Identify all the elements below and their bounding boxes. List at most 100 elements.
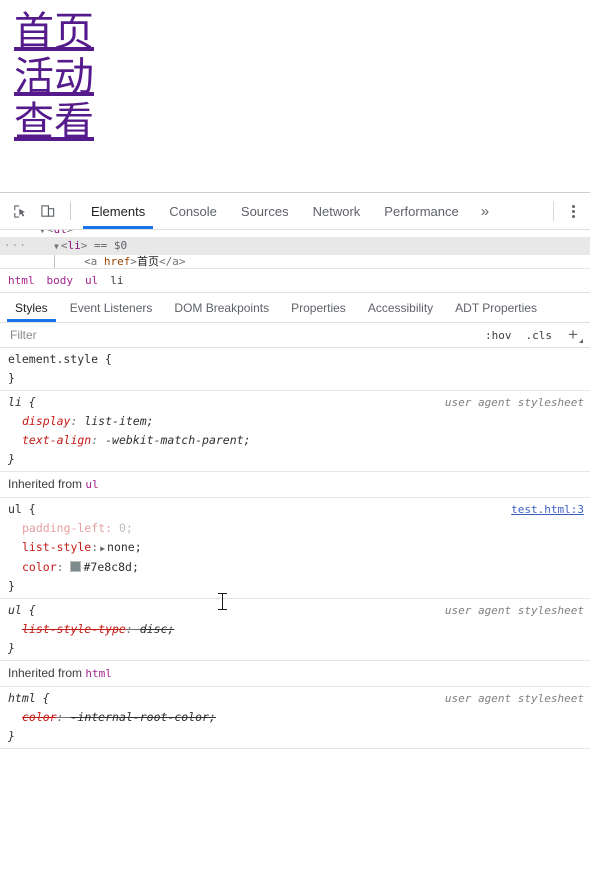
tab-adt-properties[interactable]: ADT Properties [444, 293, 548, 322]
property-name[interactable]: display [22, 414, 70, 428]
declaration-color-root[interactable]: color: -internal-root-color; [0, 708, 590, 727]
dom-row-ul[interactable]: ▼<ul> [0, 230, 590, 237]
declaration-color[interactable]: color: #7e8c8d; [0, 558, 590, 577]
property-value[interactable]: -webkit-match-parent; [105, 433, 250, 447]
inherited-from-html-header: Inherited from html [0, 661, 590, 687]
tab-sources[interactable]: Sources [229, 193, 301, 229]
inherited-label: Inherited from [8, 666, 83, 680]
kebab-menu-icon[interactable] [564, 200, 582, 222]
chevron-right-icon[interactable]: ▶ [98, 544, 107, 553]
property-value[interactable]: disc; [140, 622, 175, 636]
breadcrumb-item-li[interactable]: li [110, 274, 123, 287]
property-value[interactable]: #7e8c8d; [83, 560, 138, 574]
nav-list: 首页 活动 查看 [14, 10, 590, 144]
dom-anchor-text: 首页 [137, 255, 159, 268]
tab-accessibility[interactable]: Accessibility [357, 293, 444, 322]
devtools-toolbar: Elements Console Sources Network Perform… [0, 193, 590, 230]
styles-pane-tab-strip: Styles Event Listeners DOM Breakpoints P… [0, 293, 590, 323]
tab-dom-breakpoints[interactable]: DOM Breakpoints [163, 293, 280, 322]
selector-ul-ua[interactable]: ul { [8, 601, 36, 620]
breadcrumb-item-html[interactable]: html [8, 274, 35, 287]
toolbar-divider [70, 202, 71, 220]
property-name[interactable]: text-align [22, 433, 91, 447]
breadcrumb-item-ul[interactable]: ul [85, 274, 98, 287]
tab-event-listeners[interactable]: Event Listeners [59, 293, 164, 322]
tab-properties[interactable]: Properties [280, 293, 357, 322]
tab-network[interactable]: Network [301, 193, 373, 229]
selector-li[interactable]: li { [8, 393, 36, 412]
toolbar-right-group [549, 200, 590, 222]
list-item: 首页 [14, 10, 590, 55]
rule-origin-user-agent: user agent stylesheet [444, 604, 584, 617]
rule-html-user-agent[interactable]: html { user agent stylesheet color: -int… [0, 687, 590, 749]
property-value[interactable]: -internal-root-color; [70, 710, 215, 724]
property-name[interactable]: list-style [22, 540, 91, 554]
dom-expand-triangle-icon[interactable]: ▼ [40, 230, 45, 235]
color-swatch[interactable] [70, 561, 82, 572]
property-value[interactable]: list-item; [84, 414, 153, 428]
rule-element-style[interactable]: element.style { } [0, 348, 590, 391]
property-name[interactable]: padding-left [22, 521, 105, 535]
toolbar-divider-right [553, 201, 554, 221]
property-name[interactable]: list-style-type [22, 622, 126, 636]
devtools-tab-strip: Elements Console Sources Network Perform… [79, 193, 549, 229]
declaration-padding-left[interactable]: padding-left: 0; [0, 519, 590, 538]
declaration-text-align[interactable]: text-align: -webkit-match-parent; [0, 431, 590, 450]
dom-expand-triangle-icon[interactable]: ▼ [54, 242, 59, 251]
tab-performance[interactable]: Performance [372, 193, 470, 229]
link-view[interactable]: 查看 [14, 99, 94, 145]
more-tabs-icon[interactable]: » [471, 193, 499, 229]
list-item: 查看 [14, 99, 590, 145]
link-home[interactable]: 首页 [14, 9, 94, 55]
rule-ul-author[interactable]: ul { test.html:3 padding-left: 0; list-s… [0, 498, 590, 599]
rule-ul-user-agent[interactable]: ul { user agent stylesheet list-style-ty… [0, 599, 590, 661]
rule-close-brace: } [8, 729, 15, 743]
rule-li-user-agent[interactable]: li { user agent stylesheet display: list… [0, 391, 590, 472]
rule-close-brace: } [8, 579, 15, 593]
selector-ul[interactable]: ul { [8, 500, 36, 519]
breadcrumb-item-body[interactable]: body [47, 274, 74, 287]
tab-styles[interactable]: Styles [4, 293, 59, 322]
tab-elements[interactable]: Elements [79, 193, 157, 229]
inspect-element-icon[interactable] [6, 198, 34, 224]
selector-element-style[interactable]: element.style { [8, 350, 112, 369]
styles-filter-input[interactable] [8, 327, 475, 343]
dom-anchor-close: </a> [159, 255, 186, 268]
web-page-viewport: 首页 活动 查看 [0, 0, 590, 192]
property-value[interactable]: none; [107, 540, 142, 554]
rule-close-brace: } [8, 452, 15, 466]
dom-anchor-open: <a [84, 255, 98, 268]
declaration-list-style-type[interactable]: list-style-type: disc; [0, 620, 590, 639]
property-value[interactable]: 0; [119, 521, 133, 535]
dom-tag-ul: ul [53, 230, 66, 236]
devtools-panel: Elements Console Sources Network Perform… [0, 192, 590, 847]
dom-tree[interactable]: ▼<ul> ··· ▼<li> == $0 <a href>首页</a> [0, 230, 590, 269]
inherited-source-tag[interactable]: ul [85, 478, 98, 491]
declaration-list-style[interactable]: list-style: ▶ none; [0, 538, 590, 558]
property-name[interactable]: color [22, 560, 57, 574]
inherited-from-ul-header: Inherited from ul [0, 472, 590, 498]
link-activity[interactable]: 活动 [14, 54, 94, 100]
dom-row-anchor[interactable]: <a href>首页</a> [0, 255, 590, 268]
selector-html[interactable]: html { [8, 689, 50, 708]
toggle-hover-state-button[interactable]: :hov [481, 328, 516, 343]
dom-selected-marker: == $0 [93, 239, 128, 252]
dom-row-overflow-dots[interactable]: ··· [4, 237, 27, 255]
new-style-rule-button[interactable]: + [562, 325, 584, 345]
dom-row-li[interactable]: ··· ▼ <li> == $0 [0, 237, 590, 255]
inherited-label: Inherited from [8, 477, 83, 491]
dom-tag-li: li [67, 239, 81, 252]
breadcrumb: html body ul li [0, 269, 590, 293]
rule-source-link[interactable]: test.html:3 [499, 500, 584, 519]
inherited-source-tag[interactable]: html [85, 667, 112, 680]
rule-origin-user-agent: user agent stylesheet [444, 396, 584, 409]
styles-rules-list: element.style { } li { user agent styles… [0, 348, 590, 888]
list-item: 活动 [14, 54, 590, 100]
styles-filter-bar: :hov .cls + [0, 323, 590, 348]
element-classes-button[interactable]: .cls [522, 328, 557, 343]
device-toolbar-icon[interactable] [34, 198, 62, 224]
dom-anchor-attr: href [103, 255, 131, 268]
declaration-display[interactable]: display: list-item; [0, 412, 590, 431]
tab-console[interactable]: Console [157, 193, 229, 229]
property-name[interactable]: color [22, 710, 57, 724]
